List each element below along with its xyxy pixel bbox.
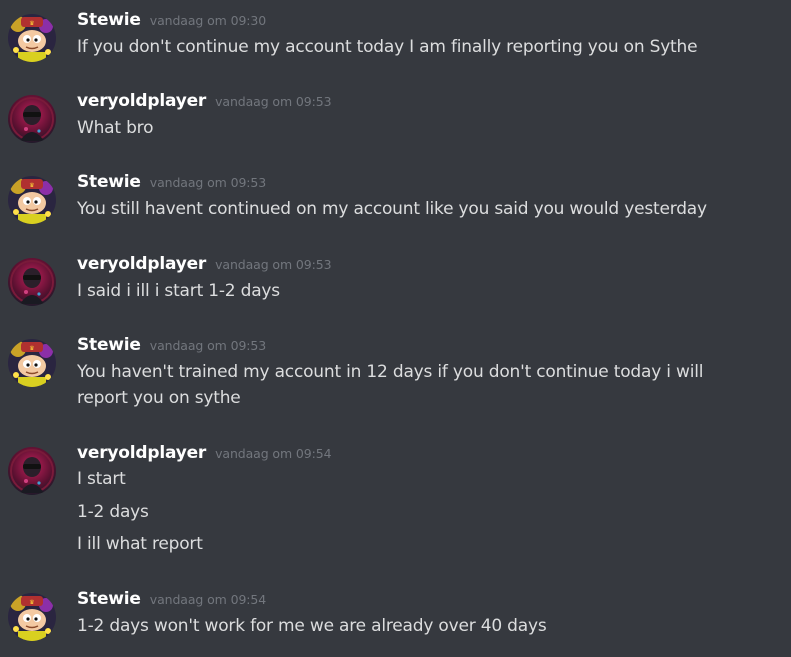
message-text: What bro (77, 118, 154, 138)
username[interactable]: veryoldplayer (77, 443, 206, 463)
svg-text:♛: ♛ (29, 20, 34, 27)
timestamp: vandaag om 09:53 (215, 94, 332, 109)
player-avatar-icon[interactable] (8, 447, 56, 495)
username[interactable]: Stewie (77, 589, 141, 609)
username[interactable]: veryoldplayer (77, 254, 206, 274)
username[interactable]: Stewie (77, 335, 141, 355)
timestamp: vandaag om 09:53 (215, 257, 332, 272)
message-text: 1-2 days (77, 502, 149, 522)
chat-log: ♛ Stewie vandaag om 09:30 If you don't co… (0, 0, 791, 657)
stewie-avatar-icon[interactable]: ♛ (8, 176, 56, 224)
message-header: Stewie vandaag om 09:30 (77, 10, 266, 30)
message-text: I ill what report (77, 534, 203, 554)
svg-text:♛: ♛ (29, 345, 34, 352)
stewie-avatar-icon[interactable]: ♛ (8, 593, 56, 641)
player-avatar-icon[interactable] (8, 258, 56, 306)
timestamp: vandaag om 09:54 (215, 446, 332, 461)
message-header: veryoldplayer vandaag om 09:53 (77, 254, 332, 274)
message-header: Stewie vandaag om 09:53 (77, 172, 266, 192)
stewie-avatar-icon[interactable]: ♛ (8, 339, 56, 387)
message-text: I start (77, 469, 126, 489)
timestamp: vandaag om 09:54 (149, 592, 267, 607)
username[interactable]: Stewie (77, 10, 141, 30)
timestamp: vandaag om 09:30 (149, 13, 267, 28)
svg-text:♛: ♛ (29, 182, 34, 189)
message-header: veryoldplayer vandaag om 09:54 (77, 443, 332, 463)
message-text: 1-2 days won't work for me we are alread… (77, 616, 547, 636)
stewie-avatar-icon[interactable]: ♛ (8, 14, 56, 62)
message-text: If you don't continue my account today I… (77, 37, 698, 57)
username[interactable]: veryoldplayer (77, 91, 206, 111)
message-text: You still havent continued on my account… (77, 199, 707, 219)
message-text: You haven't trained my account in 12 day… (77, 362, 704, 382)
timestamp: vandaag om 09:53 (149, 338, 267, 353)
message-header: veryoldplayer vandaag om 09:53 (77, 91, 332, 111)
message-text: I said i ill i start 1-2 days (77, 281, 280, 301)
player-avatar-icon[interactable] (8, 95, 56, 143)
message-text: report you on sythe (77, 388, 241, 408)
username[interactable]: Stewie (77, 172, 141, 192)
message-header: Stewie vandaag om 09:54 (77, 589, 266, 609)
svg-text:♛: ♛ (29, 599, 34, 606)
message-header: Stewie vandaag om 09:53 (77, 335, 266, 355)
timestamp: vandaag om 09:53 (149, 175, 267, 190)
